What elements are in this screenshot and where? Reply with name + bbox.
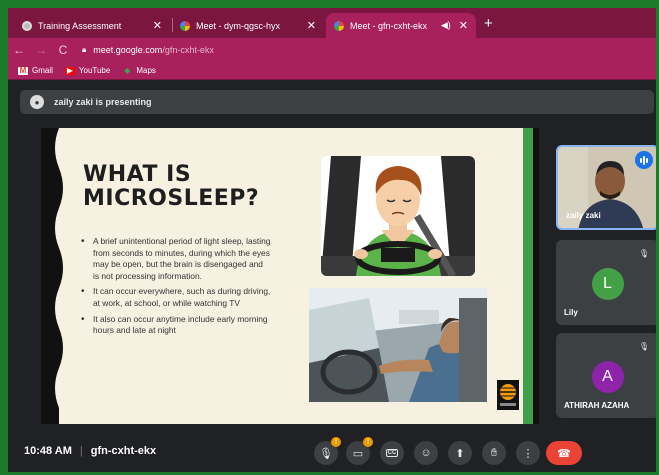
participant-tile-lily[interactable]: 🎙︎ L Lily	[556, 240, 656, 325]
camera-warning-badge: !	[363, 437, 373, 447]
reload-icon[interactable]: C	[52, 43, 74, 57]
avatar: A	[591, 361, 624, 393]
tab-title: Training Assessment	[38, 20, 122, 31]
tab-meet-gfn[interactable]: Meet - gfn-cxht-ekx ◀) ✕	[326, 13, 476, 38]
slide-title-line: MICROSLEEP?	[83, 186, 260, 211]
participant-name: ATHIRAH AZAHA	[564, 401, 630, 410]
close-icon[interactable]: ✕	[459, 19, 468, 32]
slide-bullet: It can occur everywhere, such as during …	[81, 286, 271, 309]
presenting-text: zaily zaki is presenting	[54, 97, 152, 107]
bookmark-youtube[interactable]: ▶ YouTube	[64, 66, 111, 75]
end-call-button[interactable]: ☎︎	[546, 441, 582, 465]
meet-icon	[334, 20, 344, 31]
browser-window: Training Assessment ✕ Meet - dym-qgsc-hy…	[8, 8, 656, 472]
mic-off-icon: 🎙︎	[638, 341, 650, 351]
slide-wave-decoration	[49, 128, 63, 424]
present-button[interactable]: ⬆	[448, 441, 472, 465]
emoji-button[interactable]: ☺	[414, 441, 438, 465]
close-icon[interactable]: ✕	[307, 19, 316, 32]
emoji-icon: ☺	[420, 447, 432, 459]
youtube-icon: ▶	[64, 66, 75, 75]
gmail-icon: M	[18, 66, 28, 75]
lock-icon[interactable]: 🔒︎	[82, 45, 86, 55]
tab-meet-dym[interactable]: Meet - dym-qgsc-hyx ✕	[172, 13, 324, 38]
presentation-stage: WHAT IS MICROSLEEP? A brief unintentiona…	[41, 128, 539, 424]
bookmark-label: YouTube	[78, 66, 111, 75]
bookmark-gmail[interactable]: M Gmail	[18, 66, 53, 75]
captions-button[interactable]: CC	[380, 441, 404, 465]
hang-up-icon: ☎︎	[557, 447, 571, 460]
gear-icon	[22, 20, 32, 31]
presenting-banner: ● zaily zaki is presenting	[20, 90, 654, 114]
bookmark-maps[interactable]: ◆ Maps	[122, 66, 156, 75]
slide-title-line: WHAT IS	[83, 162, 192, 187]
slide-bullets: A brief unintentional period of light sl…	[81, 236, 271, 341]
participant-name: Lily	[564, 308, 578, 317]
presenter-avatar: ●	[30, 95, 44, 109]
microphone-button[interactable]: 🎙︎ !	[314, 437, 341, 465]
meeting-info: 10:48 AM | gfn-cxht-ekx	[24, 445, 156, 457]
speaker-icon[interactable]: ◀)	[441, 20, 451, 31]
tab-strip: Training Assessment ✕ Meet - dym-qgsc-hy…	[8, 8, 656, 38]
drowsy-driver-cartoon	[321, 156, 475, 276]
mic-warning-badge: !	[331, 437, 341, 447]
bookmark-label: Gmail	[32, 66, 53, 75]
more-vert-icon: ⋮	[522, 447, 534, 460]
back-icon[interactable]: ←	[8, 43, 30, 57]
bookmark-label: Maps	[136, 66, 156, 75]
present-screen-icon: ⬆	[455, 447, 465, 460]
speaking-indicator-icon	[635, 151, 653, 169]
forward-icon[interactable]: →	[30, 43, 52, 57]
sleeping-driver-photo	[309, 288, 487, 402]
maps-icon: ◆	[124, 66, 131, 75]
meeting-controls-bar: 10:48 AM | gfn-cxht-ekx 🎙︎ ! ▭ ! CC ☺ ⬆ …	[8, 432, 656, 472]
meet-icon	[180, 20, 190, 31]
slide-bullet: It also can occur anytime include early …	[81, 314, 271, 337]
slide-title: WHAT IS MICROSLEEP?	[83, 163, 259, 211]
camera-button[interactable]: ▭ !	[346, 437, 373, 465]
participant-tile-athirah[interactable]: 🎙︎ A ATHIRAH AZAHA	[556, 333, 656, 418]
meeting-code: gfn-cxht-ekx	[90, 445, 157, 457]
divider: |	[79, 445, 83, 457]
mic-off-icon: 🎙︎	[638, 248, 650, 258]
more-options-button[interactable]: ⋮	[516, 441, 540, 465]
raise-hand-button[interactable]: ✋︎	[482, 441, 506, 465]
microphone-icon: 🎙︎	[319, 447, 333, 460]
participant-name: zaily zaki	[566, 211, 601, 220]
tab-title: Meet - dym-qgsc-hyx	[196, 20, 281, 31]
slide-bullet: A brief unintentional period of light sl…	[81, 236, 271, 282]
bookmarks-bar: M Gmail ▶ YouTube ◆ Maps	[8, 62, 656, 80]
avatar: L	[591, 268, 624, 300]
tab-title: Meet - gfn-cxht-ekx	[350, 20, 428, 31]
url-field[interactable]: 🔒︎ meet.google.com/gfn-cxht-ekx	[82, 41, 214, 59]
url-host: meet.google.com	[93, 45, 163, 55]
participant-tile-zaily[interactable]: zaily zaki	[556, 145, 656, 230]
captions-icon: CC	[385, 449, 399, 457]
meeting-time: 10:48 AM	[24, 445, 72, 457]
brand-logo	[497, 380, 519, 410]
close-icon[interactable]: ✕	[153, 19, 162, 32]
url-path: /gfn-cxht-ekx	[162, 45, 214, 55]
presentation-slide: WHAT IS MICROSLEEP? A brief unintentiona…	[49, 128, 533, 424]
hand-icon: ✋︎	[490, 446, 498, 459]
camera-icon: ▭	[352, 447, 364, 460]
slide-accent-bar	[523, 128, 533, 424]
address-bar: ← → C 🔒︎ meet.google.com/gfn-cxht-ekx	[8, 38, 656, 62]
new-tab-button[interactable]: +	[484, 15, 493, 32]
tab-training-assessment[interactable]: Training Assessment ✕	[14, 13, 170, 38]
